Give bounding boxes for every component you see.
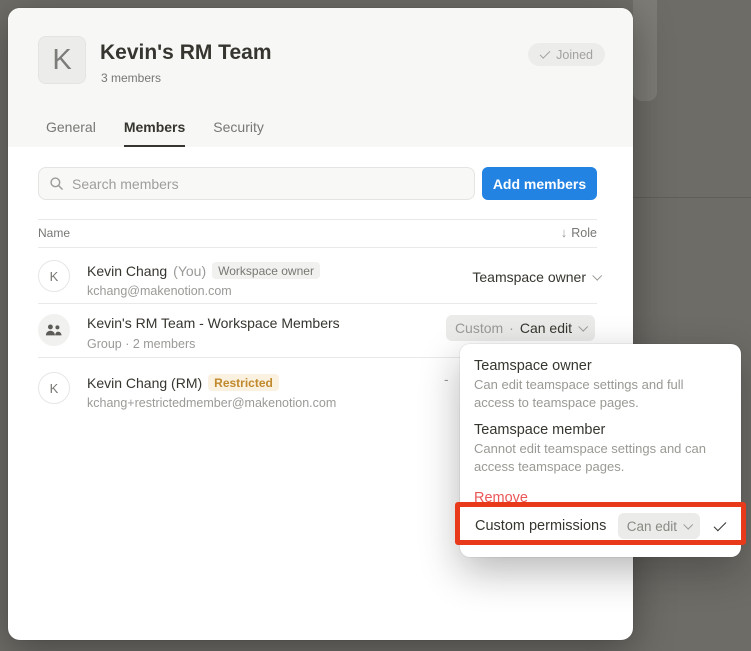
sort-arrow-down-icon: ↓	[561, 225, 568, 240]
background-divider	[633, 197, 751, 198]
role-menu: Teamspace owner Can edit teamspace setti…	[460, 344, 741, 557]
column-header-name: Name	[38, 226, 70, 240]
search-members-input[interactable]	[72, 176, 464, 192]
modal-header: K Kevin's RM Team 3 members Joined Gener…	[8, 8, 633, 147]
search-icon	[49, 176, 64, 191]
can-edit-value: Can edit	[627, 519, 677, 534]
member-email: kchang@makenotion.com	[87, 284, 232, 298]
member-name: Kevin Chang	[87, 263, 167, 279]
divider	[38, 247, 597, 248]
restricted-badge: Restricted	[208, 374, 279, 391]
menu-item-title: Teamspace owner	[474, 358, 727, 374]
tab-general[interactable]: General	[46, 119, 96, 147]
background-scrollbar	[633, 0, 657, 101]
can-edit-dropdown[interactable]: Can edit	[618, 513, 700, 539]
member-count: 3 members	[101, 71, 161, 85]
column-header-role[interactable]: ↓ Role	[561, 225, 597, 240]
chevron-down-icon	[578, 321, 588, 331]
dot-separator: ·	[509, 320, 514, 336]
teamspace-title: Kevin's RM Team	[100, 41, 272, 65]
role-value: Can edit	[520, 320, 572, 336]
role-dropdown-owner[interactable]: Teamspace owner	[472, 269, 600, 285]
menu-item-custom-permissions[interactable]: Custom permissions Can edit	[460, 506, 741, 546]
menu-item-description: Can edit teamspace settings and full acc…	[474, 376, 727, 412]
menu-item-teamspace-member[interactable]: Teamspace member Cannot edit teamspace s…	[460, 418, 741, 482]
group-name: Kevin's RM Team - Workspace Members	[87, 315, 340, 331]
obscured-role-text: -	[444, 371, 449, 387]
menu-item-title: Teamspace member	[474, 422, 727, 438]
member-name: Kevin Chang (RM)	[87, 375, 202, 391]
avatar: K	[38, 260, 70, 292]
role-prefix: Custom	[455, 320, 503, 336]
check-icon	[540, 48, 551, 59]
group-avatar	[38, 314, 70, 346]
people-icon	[45, 323, 63, 337]
avatar: K	[38, 372, 70, 404]
member-email: kchang+restrictedmember@makenotion.com	[87, 396, 336, 410]
role-dropdown-group[interactable]: Custom · Can edit	[446, 315, 595, 341]
tab-bar: General Members Security	[46, 119, 264, 147]
teamspace-avatar: K	[38, 36, 86, 84]
add-members-button[interactable]: Add members	[482, 167, 597, 200]
chevron-down-icon	[683, 519, 693, 529]
workspace-owner-badge: Workspace owner	[212, 262, 320, 279]
tab-security[interactable]: Security	[213, 119, 264, 147]
joined-badge[interactable]: Joined	[528, 43, 605, 66]
group-subtitle: Group · 2 members	[87, 337, 195, 351]
selected-check-icon	[714, 517, 726, 535]
you-suffix: (You)	[173, 263, 206, 279]
search-members-box	[38, 167, 475, 200]
tab-members[interactable]: Members	[124, 119, 185, 147]
menu-item-teamspace-owner[interactable]: Teamspace owner Can edit teamspace setti…	[460, 354, 741, 418]
menu-item-description: Cannot edit teamspace settings and can a…	[474, 440, 727, 476]
divider	[38, 303, 597, 304]
role-value: Teamspace owner	[472, 269, 586, 285]
divider	[38, 219, 597, 220]
joined-label: Joined	[556, 48, 593, 62]
custom-permissions-label: Custom permissions	[475, 518, 606, 534]
chevron-down-icon	[592, 270, 602, 280]
role-header-label: Role	[571, 226, 597, 240]
